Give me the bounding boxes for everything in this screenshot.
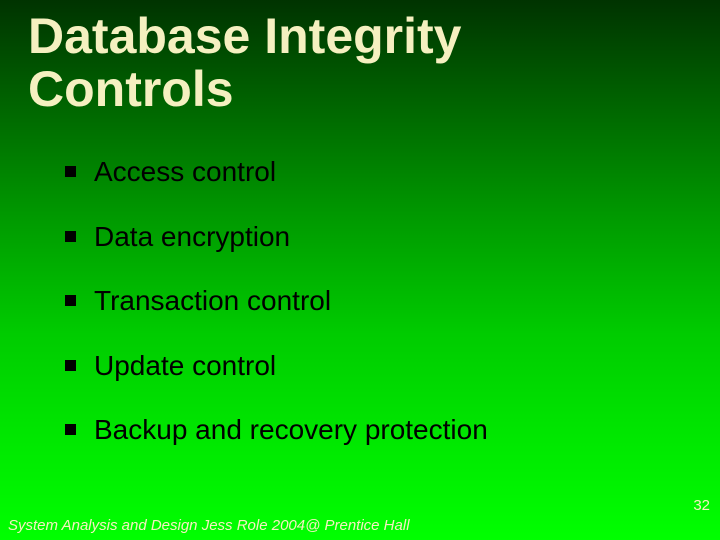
bullet-icon <box>65 166 76 177</box>
bullet-icon <box>65 231 76 242</box>
bullet-text: Backup and recovery protection <box>94 413 488 447</box>
list-item: Backup and recovery protection <box>65 413 680 447</box>
bullet-icon <box>65 295 76 306</box>
bullet-text: Transaction control <box>94 284 331 318</box>
bullet-icon <box>65 424 76 435</box>
bullet-text: Data encryption <box>94 220 290 254</box>
list-item: Transaction control <box>65 284 680 318</box>
page-number: 32 <box>693 497 710 514</box>
bullet-text: Access control <box>94 155 276 189</box>
list-item: Update control <box>65 349 680 383</box>
list-item: Access control <box>65 155 680 189</box>
slide: Database Integrity Controls Access contr… <box>0 0 720 540</box>
bullet-list: Access control Data encryption Transacti… <box>65 155 680 478</box>
footer-text: System Analysis and Design Jess Role 200… <box>8 517 410 534</box>
bullet-text: Update control <box>94 349 276 383</box>
slide-title: Database Integrity Controls <box>28 10 680 115</box>
bullet-icon <box>65 360 76 371</box>
list-item: Data encryption <box>65 220 680 254</box>
